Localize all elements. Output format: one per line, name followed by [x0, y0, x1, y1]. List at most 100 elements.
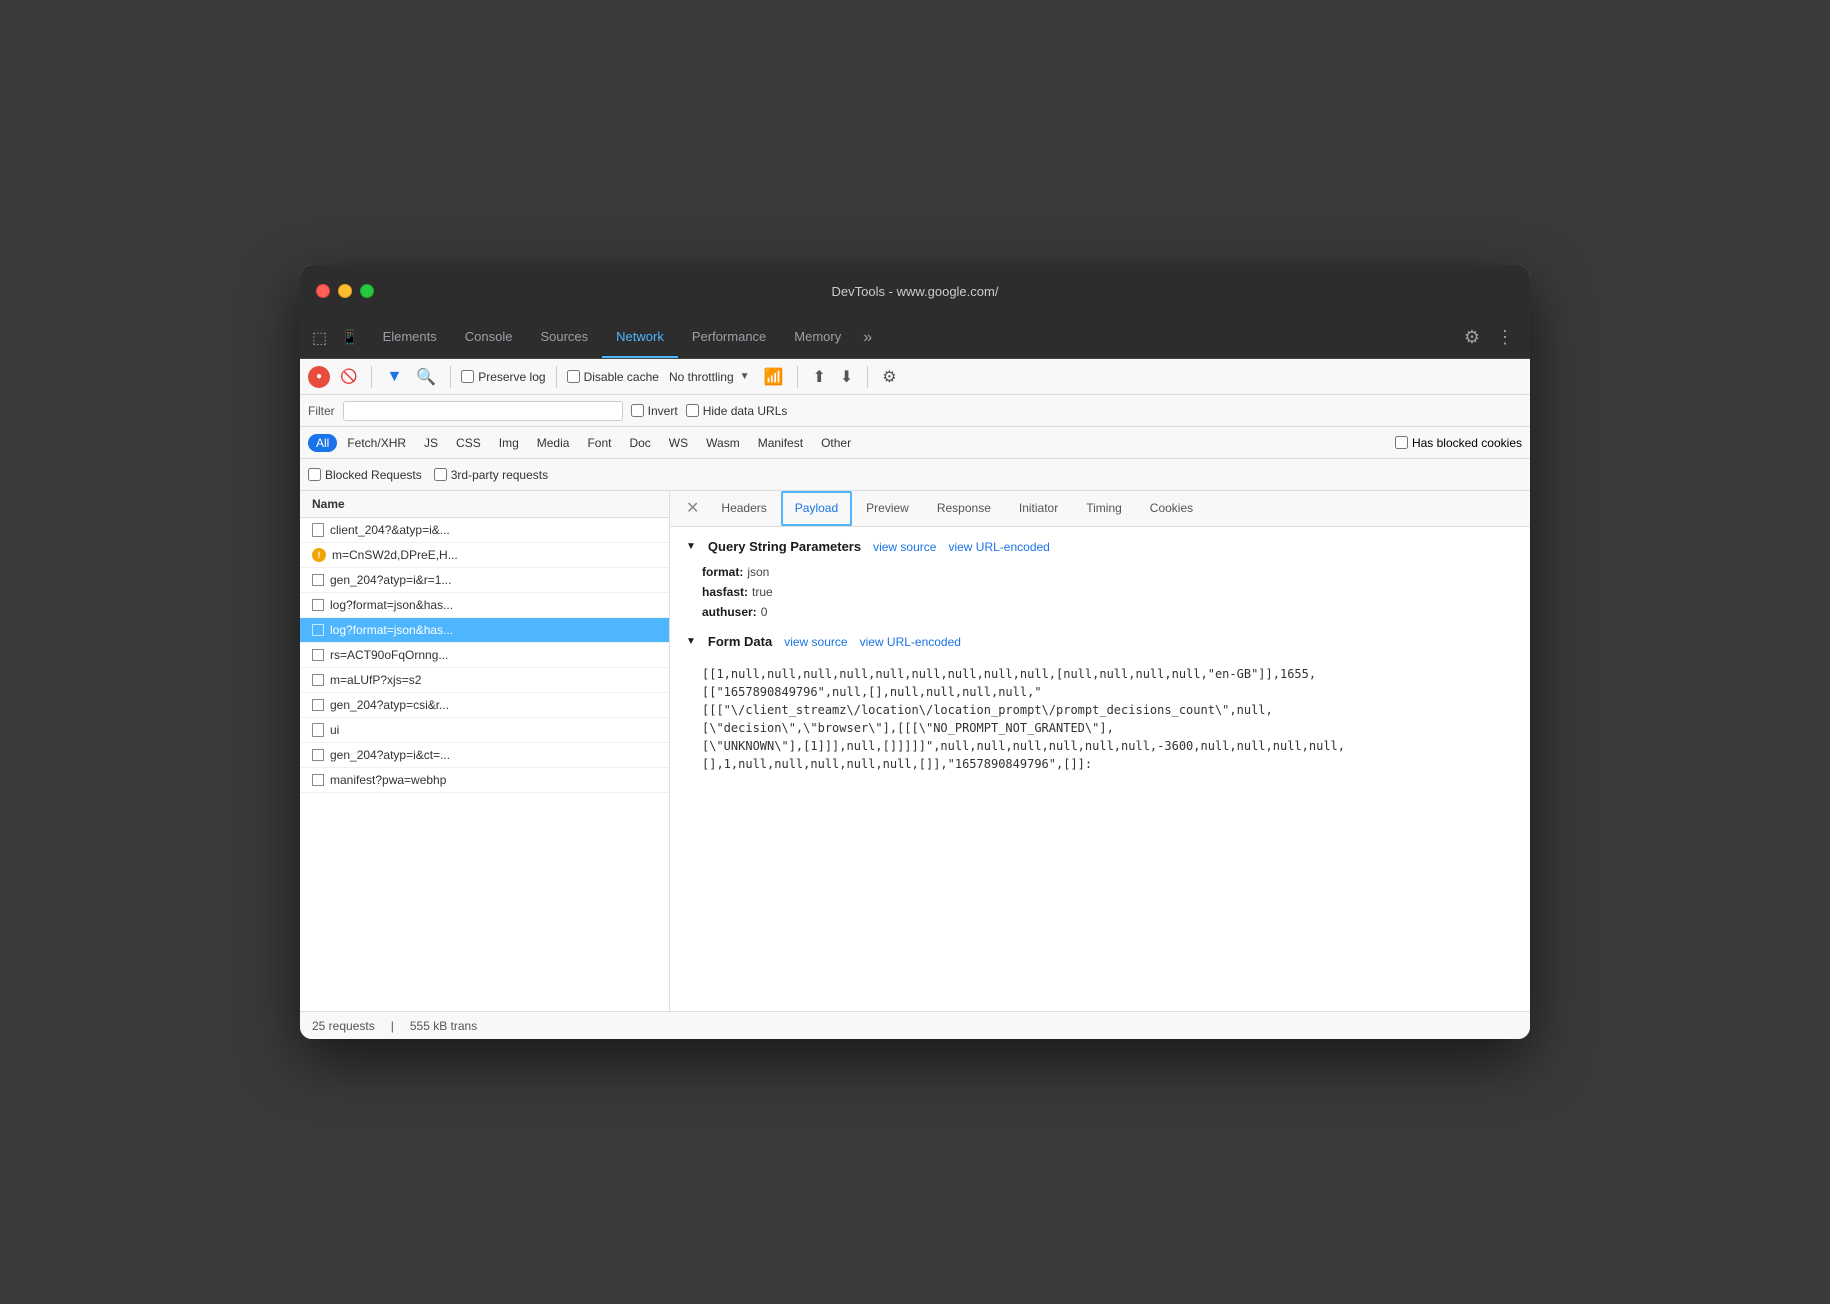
wifi-icon[interactable]: 📶: [760, 365, 788, 389]
type-btn-css[interactable]: CSS: [448, 434, 489, 452]
type-btn-img[interactable]: Img: [491, 434, 527, 452]
view-url-encoded-link[interactable]: view URL-encoded: [948, 540, 1049, 554]
tab-timing[interactable]: Timing: [1072, 491, 1136, 526]
triangle-icon: ▼: [686, 541, 696, 552]
tab-memory[interactable]: Memory: [780, 317, 855, 358]
search-icon[interactable]: 🔍: [412, 365, 440, 389]
separator-status: |: [391, 1019, 394, 1033]
checkbox-icon: [312, 749, 324, 761]
invert-checkbox[interactable]: [631, 404, 644, 417]
request-name: rs=ACT90oFqOrnng...: [330, 648, 448, 662]
traffic-lights: [316, 284, 374, 298]
separator-1: [371, 366, 372, 388]
view-source-link[interactable]: view source: [873, 540, 936, 554]
clear-icon[interactable]: 🚫: [336, 366, 361, 387]
type-btn-font[interactable]: Font: [579, 434, 619, 452]
request-item[interactable]: gen_204?atyp=csi&r...: [300, 693, 669, 718]
type-btn-fetch-xhr[interactable]: Fetch/XHR: [339, 434, 414, 452]
disable-cache-label: Disable cache: [584, 370, 659, 384]
cursor-icon[interactable]: ⬚: [308, 324, 331, 352]
throttle-arrow-icon[interactable]: ▼: [740, 371, 750, 382]
request-item[interactable]: ui: [300, 718, 669, 743]
sub-tabs: ✕ Headers Payload Preview Response Initi…: [670, 491, 1530, 527]
type-btn-js[interactable]: JS: [416, 434, 446, 452]
preserve-log-checkbox[interactable]: [461, 370, 474, 383]
minimize-button[interactable]: [338, 284, 352, 298]
request-item[interactable]: gen_204?atyp=i&ct=...: [300, 743, 669, 768]
type-btn-other[interactable]: Other: [813, 434, 859, 452]
window-title: DevTools - www.google.com/: [832, 284, 999, 299]
type-btn-manifest[interactable]: Manifest: [750, 434, 811, 452]
close-detail-button[interactable]: ✕: [678, 491, 707, 527]
titlebar: DevTools - www.google.com/: [300, 265, 1530, 317]
request-item[interactable]: m=aLUfP?xjs=s2: [300, 668, 669, 693]
has-blocked-cookies-label: Has blocked cookies: [1412, 436, 1522, 450]
yellow-icon: !: [312, 548, 326, 562]
request-item[interactable]: client_204?&atyp=i&...: [300, 518, 669, 543]
tab-network[interactable]: Network: [602, 317, 678, 358]
form-data-section: ▼ Form Data view source view URL-encoded…: [686, 634, 1514, 781]
request-item-selected[interactable]: log?format=json&has...: [300, 618, 669, 643]
param-row-authuser: authuser: 0: [686, 602, 1514, 622]
request-item[interactable]: log?format=json&has...: [300, 593, 669, 618]
tab-payload[interactable]: Payload: [781, 491, 852, 526]
tab-elements[interactable]: Elements: [369, 317, 451, 358]
device-icon[interactable]: 📱: [337, 325, 362, 350]
filter-icon[interactable]: ▼: [382, 366, 406, 388]
type-btn-ws[interactable]: WS: [661, 434, 696, 452]
request-name: gen_204?atyp=i&ct=...: [330, 748, 450, 762]
checkbox-icon: [312, 599, 324, 611]
triangle-icon-2: ▼: [686, 636, 696, 647]
request-item[interactable]: gen_204?atyp=i&r=1...: [300, 568, 669, 593]
tab-preview[interactable]: Preview: [852, 491, 923, 526]
tab-headers[interactable]: Headers: [707, 491, 780, 526]
status-bar: 25 requests | 555 kB trans: [300, 1011, 1530, 1039]
type-btn-all[interactable]: All: [308, 434, 337, 452]
tab-initiator[interactable]: Initiator: [1005, 491, 1072, 526]
maximize-button[interactable]: [360, 284, 374, 298]
tab-cookies[interactable]: Cookies: [1136, 491, 1207, 526]
checkbox-icon: [312, 774, 324, 786]
settings-icon[interactable]: ⚙: [1456, 323, 1488, 352]
form-data-view-source-link[interactable]: view source: [784, 635, 847, 649]
request-item[interactable]: rs=ACT90oFqOrnng...: [300, 643, 669, 668]
form-data-title: Form Data: [708, 634, 772, 649]
query-string-section-header: ▼ Query String Parameters view source vi…: [686, 539, 1514, 554]
request-name: manifest?pwa=webhp: [330, 773, 446, 787]
type-btn-doc[interactable]: Doc: [621, 434, 658, 452]
more-options-icon[interactable]: ⋮: [1488, 323, 1522, 352]
filter-input[interactable]: [343, 401, 623, 421]
form-data-view-url-encoded-link[interactable]: view URL-encoded: [860, 635, 961, 649]
third-party-requests-checkbox[interactable]: [434, 468, 447, 481]
tab-performance[interactable]: Performance: [678, 317, 780, 358]
checkbox-icon: [312, 649, 324, 661]
close-button[interactable]: [316, 284, 330, 298]
checkbox-selected-icon: [312, 624, 324, 636]
param-key-authuser: authuser:: [702, 605, 757, 619]
request-list-header: Name: [300, 491, 669, 518]
form-data-section-header: ▼ Form Data view source view URL-encoded: [686, 634, 1514, 649]
type-btn-media[interactable]: Media: [529, 434, 578, 452]
hide-data-urls-label: Hide data URLs: [703, 404, 788, 418]
tab-response[interactable]: Response: [923, 491, 1005, 526]
record-button[interactable]: ●: [308, 366, 330, 388]
tab-sources[interactable]: Sources: [526, 317, 602, 358]
disable-cache-checkbox[interactable]: [567, 370, 580, 383]
more-tabs-button[interactable]: »: [855, 325, 880, 351]
has-blocked-cookies-checkbox[interactable]: [1395, 436, 1408, 449]
download-icon[interactable]: ⬇: [836, 365, 857, 389]
upload-icon[interactable]: ⬆: [808, 365, 829, 389]
has-blocked-cookies-group: Has blocked cookies: [1395, 436, 1522, 450]
request-item[interactable]: ! m=CnSW2d,DPreE,H...: [300, 543, 669, 568]
param-val-format: json: [747, 565, 769, 579]
blocked-requests-checkbox[interactable]: [308, 468, 321, 481]
hide-data-urls-checkbox[interactable]: [686, 404, 699, 417]
invert-label: Invert: [648, 404, 678, 418]
third-party-requests-label: 3rd-party requests: [451, 468, 548, 482]
network-settings-icon[interactable]: ⚙: [878, 365, 900, 389]
filter-label: Filter: [308, 404, 335, 418]
request-name: gen_204?atyp=csi&r...: [330, 698, 449, 712]
type-btn-wasm[interactable]: Wasm: [698, 434, 748, 452]
tab-console[interactable]: Console: [451, 317, 527, 358]
request-item[interactable]: manifest?pwa=webhp: [300, 768, 669, 793]
